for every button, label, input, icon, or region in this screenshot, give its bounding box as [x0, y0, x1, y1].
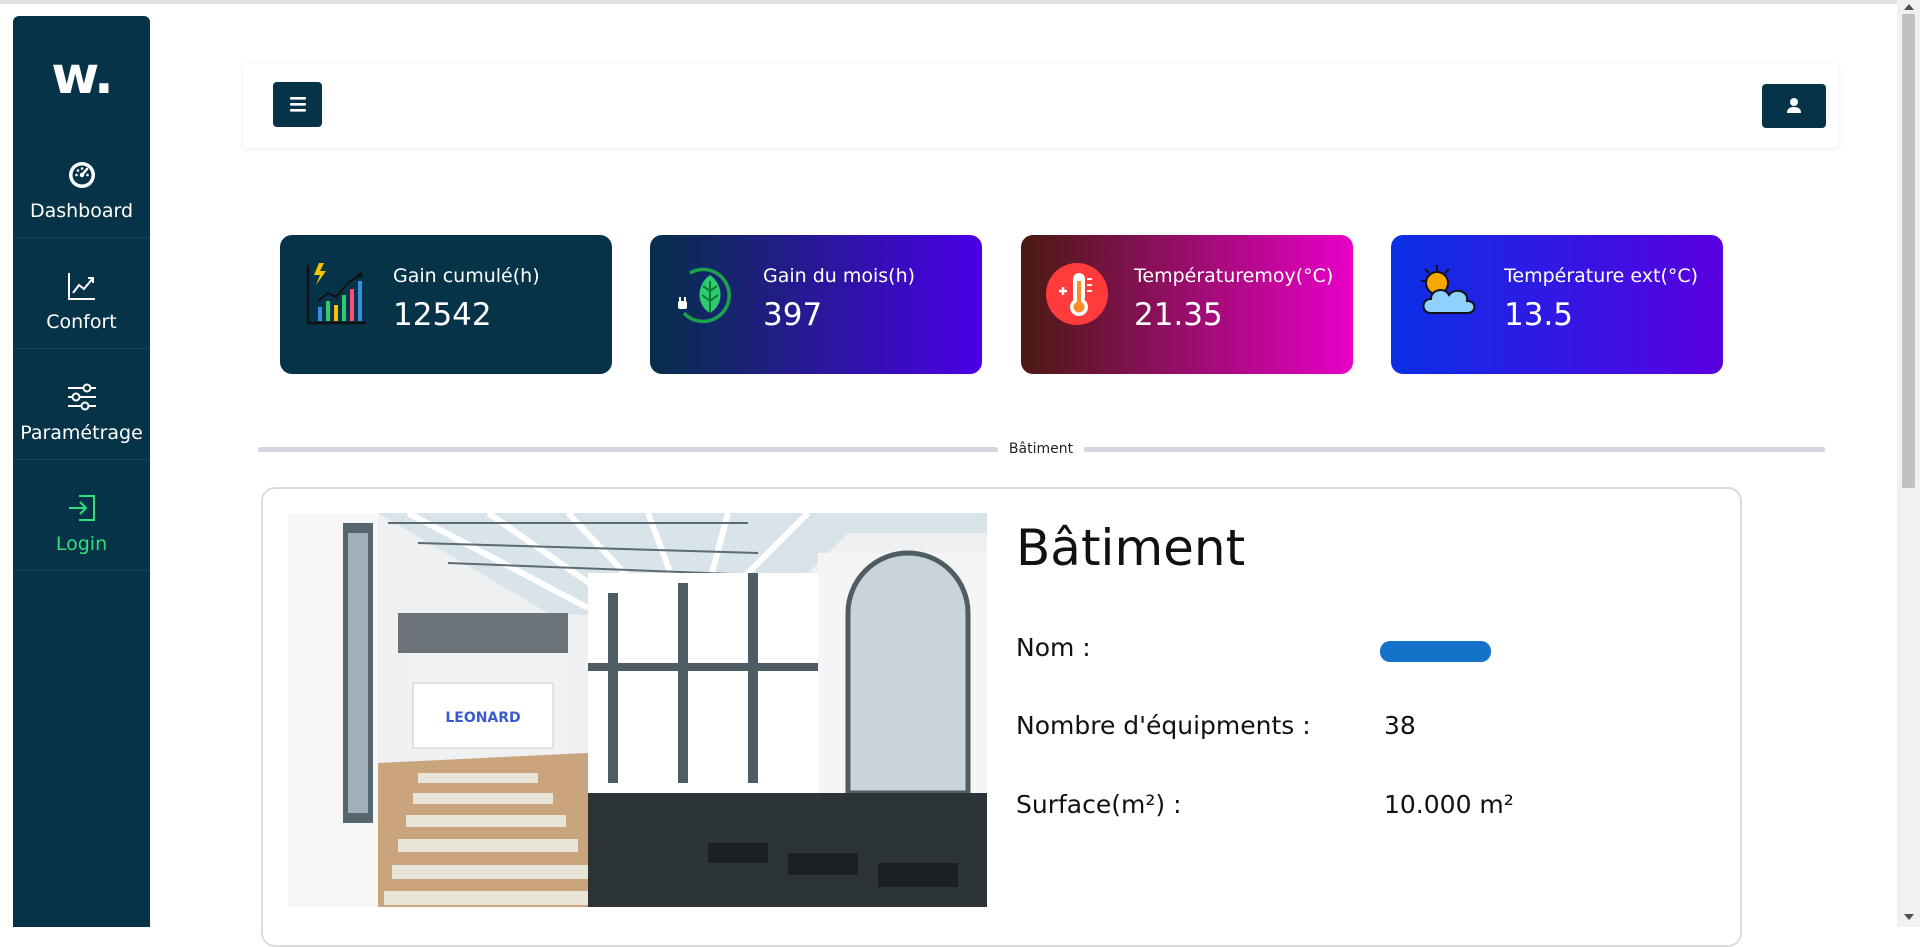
sidebar-item-label: Paramétrage	[20, 422, 143, 444]
card-value: 13.5	[1504, 297, 1574, 333]
photo-screen-sign: LEONARD	[445, 710, 520, 726]
sidebar-item-label: Dashboard	[29, 200, 134, 222]
sidebar-item-confort[interactable]: Confort	[13, 238, 150, 349]
scroll-up-arrow-icon[interactable]	[1904, 4, 1914, 10]
equipment-count-label: Nombre d'équipments :	[1016, 711, 1311, 740]
energy-growth-chart-icon	[306, 263, 366, 325]
building-photo: LEONARD	[288, 513, 987, 907]
sidebar-item-parametrage[interactable]: Paramétrage	[13, 349, 150, 460]
brand-logo[interactable]: w.	[13, 46, 150, 106]
sidebar: w. Dashboard Confort Paramétrage Login	[13, 16, 150, 927]
stat-card-gain-cumule: Gain cumulé(h) 12542	[280, 235, 612, 374]
top-header-bar	[243, 64, 1839, 148]
building-name-label: Nom :	[1016, 633, 1091, 662]
card-title: Gain du mois(h)	[763, 265, 916, 287]
eco-leaf-plug-icon	[678, 267, 731, 324]
card-title: Température ext(°C)	[1504, 265, 1699, 287]
card-title: Températuremoy(°C)	[1134, 265, 1334, 287]
thermometer-icon	[1046, 263, 1108, 325]
section-divider-right	[1084, 447, 1825, 452]
login-icon	[69, 495, 95, 521]
stat-card-temperature-moyenne: Températuremoy(°C) 21.35	[1021, 235, 1353, 374]
sidebar-item-label: Login	[55, 533, 108, 555]
card-title: Gain cumulé(h)	[393, 265, 540, 287]
browser-top-border	[0, 0, 1920, 4]
sidebar-item-dashboard[interactable]: Dashboard	[13, 127, 150, 238]
surface-label: Surface(m²) :	[1016, 790, 1182, 819]
stat-card-temperature-exterieure: Température ext(°C) 13.5	[1391, 235, 1723, 374]
section-divider-left	[258, 447, 998, 452]
scroll-down-arrow-icon[interactable]	[1904, 914, 1914, 920]
page-scrollbar[interactable]	[1897, 0, 1920, 927]
hamburger-icon	[290, 97, 306, 112]
dashboard-gauge-icon	[69, 162, 95, 188]
card-value: 397	[763, 297, 823, 333]
surface-value: 10.000 m²	[1384, 790, 1514, 819]
equipment-count-value: 38	[1384, 711, 1416, 740]
stat-card-gain-mois: Gain du mois(h) 397	[650, 235, 982, 374]
sidebar-item-login[interactable]: Login	[13, 460, 150, 571]
sidebar-item-label: Confort	[46, 311, 117, 333]
menu-toggle-button[interactable]	[273, 82, 322, 127]
building-title: Bâtiment	[1016, 519, 1246, 577]
sun-cloud-icon	[1421, 265, 1476, 314]
user-menu-button[interactable]	[1762, 84, 1826, 128]
card-value: 21.35	[1134, 297, 1223, 333]
chart-line-icon	[68, 273, 95, 300]
section-divider-label: Bâtiment	[1008, 441, 1074, 457]
card-value: 12542	[393, 297, 492, 333]
sliders-icon	[68, 383, 96, 411]
redacted-building-name	[1380, 641, 1491, 662]
user-icon	[1787, 98, 1801, 113]
scrollbar-thumb[interactable]	[1902, 14, 1915, 488]
